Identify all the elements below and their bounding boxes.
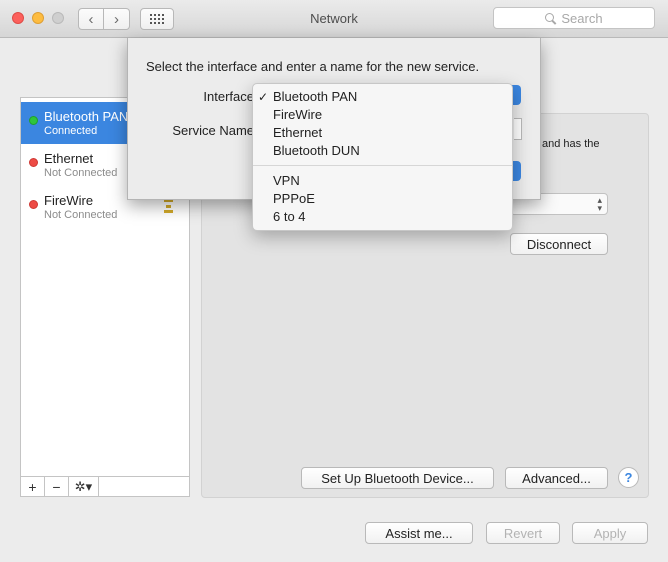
add-service-button[interactable]: + [21,477,45,496]
gear-icon: ✲▾ [74,478,93,494]
checkmark-icon: ✓ [258,90,269,104]
menu-item-6to4[interactable]: 6 to 4 [253,208,512,226]
menu-item-bluetooth-dun[interactable]: Bluetooth DUN [253,142,512,160]
disconnect-button[interactable]: Disconnect [510,233,608,255]
service-list-toolbar: + − ✲▾ [20,476,190,497]
help-button[interactable]: ? [618,467,639,488]
set-up-bluetooth-device-button[interactable]: Set Up Bluetooth Device... [301,467,494,489]
menu-separator [253,165,512,166]
title-bar: ‹ › Network Search [0,0,668,38]
service-name-label: Service Name [172,123,254,138]
search-icon [545,12,556,24]
menu-item-ethernet[interactable]: Ethernet [253,124,512,142]
service-actions-button[interactable]: ✲▾ [69,477,99,496]
menu-item-pppoe[interactable]: PPPoE [253,190,512,208]
service-name-field[interactable] [514,118,522,140]
up-down-arrows-icon: ▴ ▾ [597,195,602,213]
search-placeholder: Search [561,10,603,26]
service-status: Not Connected [44,209,118,221]
status-dot-icon [29,158,38,167]
revert-button[interactable]: Revert [486,522,560,544]
menu-item-label: Bluetooth PAN [273,89,358,104]
assist-me-button[interactable]: Assist me... [365,522,473,544]
search-field[interactable]: Search [493,7,655,29]
interface-label: Interface [203,89,254,104]
help-icon: ? [624,470,633,485]
detail-description-text: and has the [542,138,600,150]
minus-icon: − [52,478,61,495]
menu-item-bluetooth-pan[interactable]: ✓ Bluetooth PAN [253,88,512,106]
plus-icon: + [28,478,37,495]
apply-button[interactable]: Apply [572,522,648,544]
service-status: Connected [44,125,98,137]
remove-service-button[interactable]: − [45,477,69,496]
service-status: Not Connected [44,167,118,179]
sheet-prompt: Select the interface and enter a name fo… [146,59,480,74]
advanced-button[interactable]: Advanced... [505,467,608,489]
interface-menu: ✓ Bluetooth PAN FireWire Ethernet Blueto… [252,83,513,231]
menu-item-vpn[interactable]: VPN [253,172,512,190]
status-dot-icon [29,200,38,209]
status-dot-icon [29,116,38,125]
menu-item-firewire[interactable]: FireWire [253,106,512,124]
